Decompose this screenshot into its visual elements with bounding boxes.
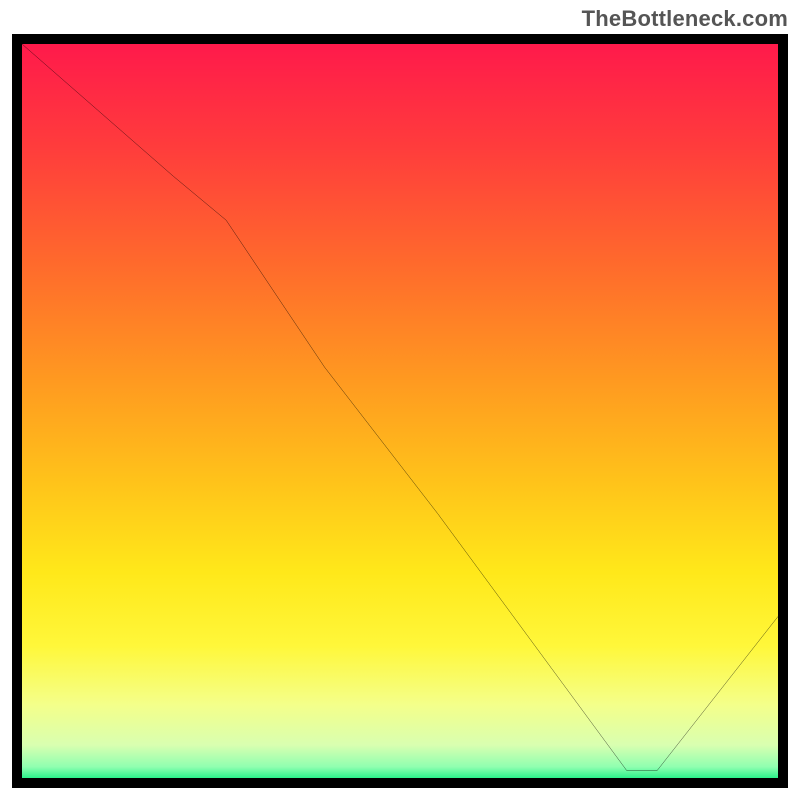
- curve-path: [22, 44, 778, 771]
- plot-area: [22, 44, 778, 778]
- chart-stage: TheBottleneck.com: [0, 0, 800, 800]
- bottleneck-curve: [22, 44, 778, 778]
- watermark-text: TheBottleneck.com: [582, 6, 788, 32]
- plot-frame: [12, 34, 788, 788]
